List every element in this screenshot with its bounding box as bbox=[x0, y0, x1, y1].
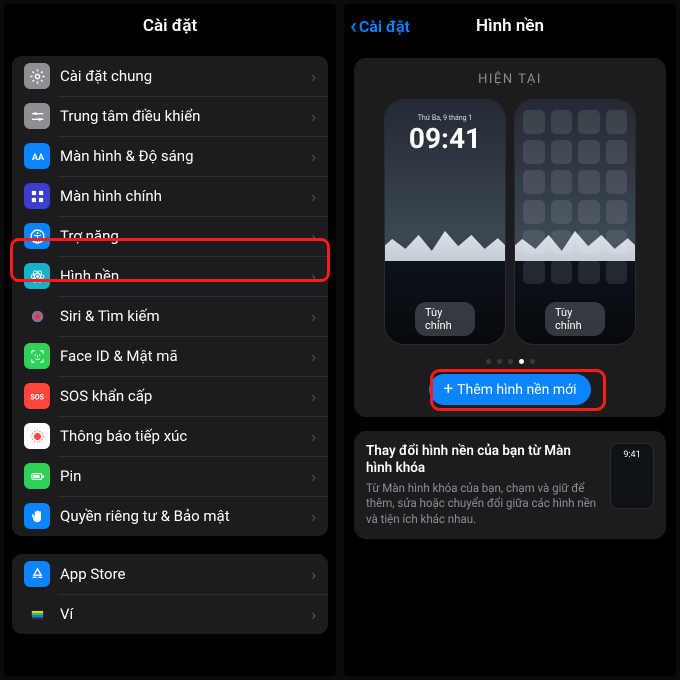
battery-icon bbox=[24, 463, 50, 489]
thumb-time: 9:41 bbox=[611, 450, 653, 460]
customize-homescreen-button[interactable]: Tùy chỉnh bbox=[545, 302, 605, 336]
row-label: Quyền riêng tư & Bảo mật bbox=[60, 507, 311, 525]
chevron-right-icon: › bbox=[311, 507, 316, 526]
settings-row-atom[interactable]: Hình nền› bbox=[12, 256, 328, 296]
lockscreen-time: 09:41 bbox=[385, 122, 505, 155]
exposure-icon bbox=[24, 423, 50, 449]
settings-list: Cài đặt chung›Trung tâm điều khiển›AAMàn… bbox=[4, 48, 336, 676]
settings-row-hand[interactable]: Quyền riêng tư & Bảo mật› bbox=[12, 496, 328, 536]
chevron-right-icon: › bbox=[311, 427, 316, 446]
row-label: Ví bbox=[60, 605, 311, 623]
app-grid bbox=[523, 110, 627, 308]
page-dot bbox=[519, 359, 524, 364]
chevron-right-icon: › bbox=[311, 147, 316, 166]
lockscreen-preview[interactable]: Thứ Ba, 9 tháng 1 09:41 Tùy chỉnh bbox=[384, 99, 506, 345]
wallet-icon bbox=[24, 601, 50, 627]
svg-text:SOS: SOS bbox=[30, 392, 44, 401]
chevron-right-icon: › bbox=[311, 605, 316, 624]
page-header: ‹ Cài đặt Hình nền bbox=[344, 4, 676, 48]
info-card: Thay đổi hình nền của bạn từ Màn hình kh… bbox=[354, 431, 666, 539]
customize-lockscreen-button[interactable]: Tùy chỉnh bbox=[415, 302, 475, 336]
chevron-right-icon: › bbox=[311, 467, 316, 486]
settings-row-display[interactable]: AA Màn hình & Độ sáng› bbox=[12, 136, 328, 176]
display-icon: AA bbox=[24, 143, 50, 169]
plus-icon: + bbox=[443, 381, 453, 398]
chevron-right-icon: › bbox=[311, 227, 316, 246]
svg-text:AA: AA bbox=[31, 152, 44, 163]
page-indicator bbox=[364, 359, 656, 364]
row-label: SOS khẩn cấp bbox=[60, 387, 311, 405]
settings-row-wallet[interactable]: Ví› bbox=[12, 594, 328, 634]
settings-row-exposure[interactable]: Thông báo tiếp xúc› bbox=[12, 416, 328, 456]
gear-icon bbox=[24, 63, 50, 89]
info-description: Từ Màn hình khóa của bạn, chạm và giữ để… bbox=[366, 481, 600, 528]
page-dot bbox=[530, 359, 535, 364]
current-wallpaper-card: HIỆN TẠI Thứ Ba, 9 tháng 1 09:41 Tùy chỉ… bbox=[354, 58, 666, 417]
row-label: Trung tâm điều khiển bbox=[60, 107, 311, 125]
settings-row-sliders[interactable]: Trung tâm điều khiển› bbox=[12, 96, 328, 136]
current-label: HIỆN TẠI bbox=[364, 72, 656, 87]
row-label: Thông báo tiếp xúc bbox=[60, 427, 311, 445]
chevron-right-icon: › bbox=[311, 387, 316, 406]
add-wallpaper-button[interactable]: + Thêm hình nền mới bbox=[429, 374, 590, 405]
row-label: Trợ năng bbox=[60, 227, 311, 245]
settings-row-battery[interactable]: Pin› bbox=[12, 456, 328, 496]
chevron-right-icon: › bbox=[311, 187, 316, 206]
home-grid-icon bbox=[24, 183, 50, 209]
chevron-right-icon: › bbox=[311, 107, 316, 126]
page-dot bbox=[497, 359, 502, 364]
chevron-right-icon: › bbox=[311, 347, 316, 366]
page-title: Hình nền bbox=[476, 16, 544, 36]
settings-row-sos[interactable]: SOS SOS khẩn cấp› bbox=[12, 376, 328, 416]
settings-row-appstore[interactable]: App Store› bbox=[12, 554, 328, 594]
add-wallpaper-label: Thêm hình nền mới bbox=[457, 382, 576, 398]
faceid-icon bbox=[24, 343, 50, 369]
row-label: Siri & Tìm kiếm bbox=[60, 307, 311, 325]
accessibility-icon bbox=[24, 223, 50, 249]
wallpaper-pane: ‹ Cài đặt Hình nền HIỆN TẠI Thứ Ba, 9 th… bbox=[344, 4, 676, 676]
row-label: Cài đặt chung bbox=[60, 67, 311, 85]
chevron-right-icon: › bbox=[311, 267, 316, 286]
page-dot bbox=[486, 359, 491, 364]
info-title: Thay đổi hình nền của bạn từ Màn hình kh… bbox=[366, 443, 600, 477]
settings-row-faceid[interactable]: Face ID & Mật mã› bbox=[12, 336, 328, 376]
lockscreen-date: Thứ Ba, 9 tháng 1 bbox=[385, 114, 505, 122]
page-dot bbox=[508, 359, 513, 364]
settings-row-siri[interactable]: Siri & Tìm kiếm› bbox=[12, 296, 328, 336]
chevron-right-icon: › bbox=[311, 67, 316, 86]
info-thumbnail: 9:41 bbox=[610, 443, 654, 509]
sliders-icon bbox=[24, 103, 50, 129]
homescreen-preview[interactable]: Tùy chỉnh bbox=[514, 99, 636, 345]
settings-pane: Cài đặt Cài đặt chung›Trung tâm điều khi… bbox=[4, 4, 336, 676]
row-label: Màn hình & Độ sáng bbox=[60, 147, 311, 165]
chevron-right-icon: › bbox=[311, 565, 316, 584]
appstore-icon bbox=[24, 561, 50, 587]
back-button[interactable]: ‹ Cài đặt bbox=[350, 4, 410, 48]
row-label: Màn hình chính bbox=[60, 187, 311, 205]
settings-row-home-grid[interactable]: Màn hình chính› bbox=[12, 176, 328, 216]
chevron-left-icon: ‹ bbox=[350, 14, 357, 39]
siri-icon bbox=[24, 303, 50, 329]
settings-row-gear[interactable]: Cài đặt chung› bbox=[12, 56, 328, 96]
back-label: Cài đặt bbox=[359, 17, 410, 36]
page-title: Cài đặt bbox=[4, 4, 336, 48]
row-label: Pin bbox=[60, 467, 311, 485]
atom-icon bbox=[24, 263, 50, 289]
hand-icon bbox=[24, 503, 50, 529]
row-label: Hình nền bbox=[60, 267, 311, 285]
settings-row-accessibility[interactable]: Trợ năng› bbox=[12, 216, 328, 256]
row-label: App Store bbox=[60, 565, 311, 583]
chevron-right-icon: › bbox=[311, 307, 316, 326]
row-label: Face ID & Mật mã bbox=[60, 347, 311, 365]
sos-icon: SOS bbox=[24, 383, 50, 409]
